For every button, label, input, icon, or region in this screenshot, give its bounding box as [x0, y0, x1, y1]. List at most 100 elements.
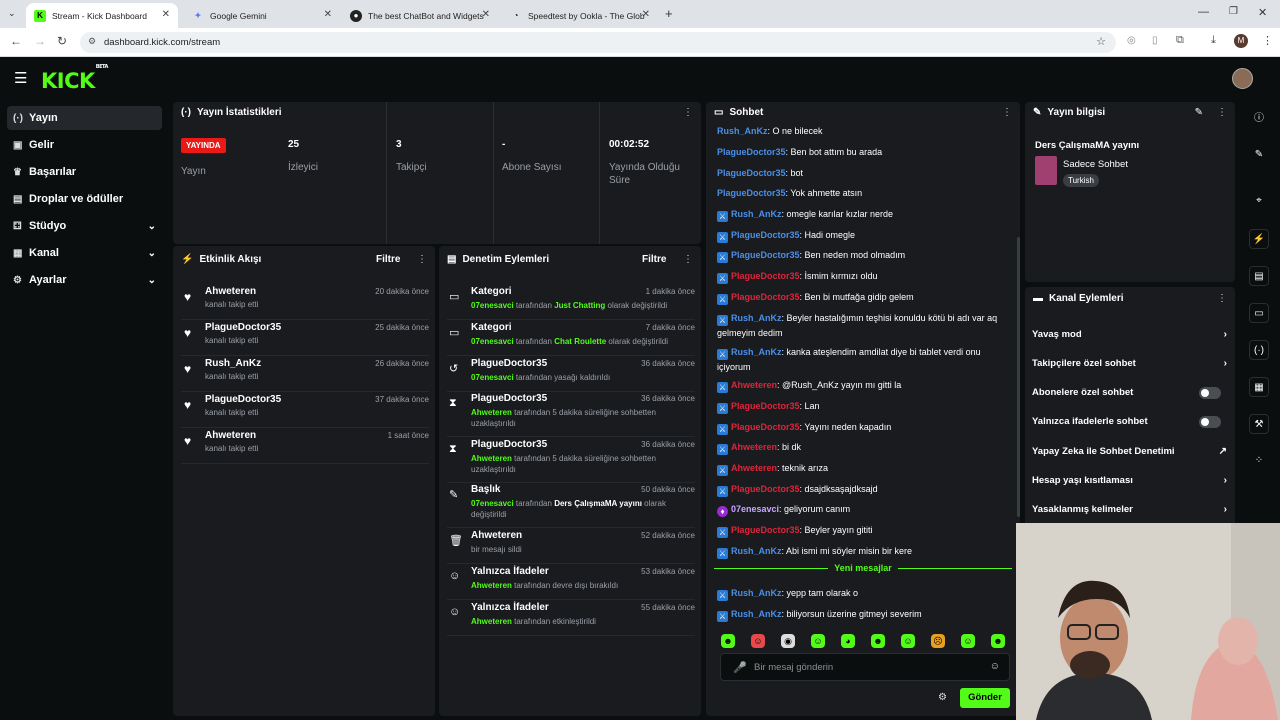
emote-icon[interactable]: ☺	[811, 634, 825, 648]
wrench-icon[interactable]: ⚒	[1249, 414, 1269, 434]
notes-icon[interactable]: ▤	[1249, 266, 1269, 286]
kick-logo[interactable]: KICKBETA	[41, 64, 108, 93]
new-tab-icon[interactable]: +	[665, 6, 673, 21]
browser-menu-icon[interactable]: ⋮	[1262, 34, 1273, 47]
activity-username[interactable]: PlagueDoctor35	[205, 394, 281, 405]
chat-username[interactable]: PlagueDoctor35	[731, 271, 800, 281]
send-button[interactable]: Gönder	[960, 688, 1010, 708]
sidebar-item-droplar[interactable]: ▤ Droplar ve ödüller	[7, 187, 162, 211]
site-info-icon[interactable]: ⚙	[88, 36, 96, 47]
reload-icon[interactable]: ↻	[57, 34, 67, 48]
browser-tab[interactable]: K Stream - Kick Dashboard ✕	[26, 3, 178, 28]
chat-username[interactable]: PlagueDoctor35	[717, 147, 786, 157]
chat-username[interactable]: PlagueDoctor35	[731, 230, 800, 240]
activity-username[interactable]: PlagueDoctor35	[205, 322, 281, 333]
chat-username[interactable]: PlagueDoctor35	[731, 422, 800, 432]
chat-settings-gear-icon[interactable]: ⚙	[938, 692, 947, 703]
sidebar-item-kanal[interactable]: ▦ Kanal ⌄	[7, 241, 162, 265]
moderator-name[interactable]: Ahweteren	[471, 581, 512, 590]
extension-icon[interactable]: ▯	[1152, 35, 1158, 46]
moderator-name[interactable]: 07enesavci	[471, 301, 514, 310]
chat-username[interactable]: PlagueDoctor35	[731, 525, 800, 535]
activity-username[interactable]: Rush_AnKz	[205, 358, 261, 369]
back-icon[interactable]: ←	[10, 34, 22, 48]
info-icon[interactable]: ⓘ	[1249, 109, 1269, 129]
activity-username[interactable]: Ahweteren	[205, 286, 256, 297]
filter-button[interactable]: Filtre	[642, 254, 666, 265]
apps-icon[interactable]: ⁘	[1249, 451, 1269, 471]
extension-icon[interactable]: ◎	[1127, 35, 1136, 46]
close-tab-icon[interactable]: ✕	[324, 9, 332, 20]
restore-icon[interactable]: ❐	[1229, 6, 1238, 17]
sidebar-item-ayarlar[interactable]: ⚙ Ayarlar ⌄	[7, 268, 162, 292]
more-options-icon[interactable]: ⋮	[1002, 107, 1012, 118]
download-icon[interactable]: ⤓	[1211, 34, 1216, 47]
browser-tab[interactable]: ✦ Google Gemini ✕	[184, 3, 340, 28]
profile-avatar[interactable]: M	[1234, 34, 1248, 48]
browser-tab[interactable]: ● The best ChatBot and Widgets ✕	[342, 3, 498, 28]
chat-username[interactable]: Ahweteren	[731, 380, 777, 390]
tab-search-icon[interactable]: ⌄	[8, 8, 16, 19]
chat-username[interactable]: Rush_AnKz	[731, 546, 782, 556]
moderator-name[interactable]: Ahweteren	[471, 617, 512, 626]
chat-username[interactable]: Rush_AnKz	[731, 609, 782, 619]
more-options-icon[interactable]: ⋮	[1217, 293, 1227, 304]
hamburger-menu-icon[interactable]: ☰	[14, 69, 27, 87]
chat-username[interactable]: Rush_AnKz	[731, 313, 782, 323]
emoji-icon[interactable]: ☺	[990, 661, 1000, 672]
sidebar-item-yayin[interactable]: (·) Yayın	[7, 106, 162, 130]
emote-icon[interactable]: ☺	[751, 634, 765, 648]
more-options-icon[interactable]: ⋮	[417, 254, 427, 265]
channel-action-item[interactable]: Abonelere özel sohbet	[1032, 382, 1227, 404]
lightning-icon[interactable]: ⚡	[1249, 229, 1269, 249]
moderator-name[interactable]: 07enesavci	[471, 499, 514, 508]
bookmark-star-icon[interactable]: ☆	[1096, 35, 1106, 48]
sidebar-item-basarilar[interactable]: ♛ Başarılar	[7, 160, 162, 184]
browser-tab[interactable]: ◔ Speedtest by Ookla - The Glob ✕	[502, 3, 658, 28]
close-window-icon[interactable]: ✕	[1258, 6, 1267, 19]
chat-username[interactable]: 07enesavci	[731, 504, 779, 514]
edit-icon[interactable]: ✎	[1195, 107, 1203, 118]
chat-username[interactable]: PlagueDoctor35	[731, 401, 800, 411]
chat-username[interactable]: Rush_AnKz	[717, 126, 768, 136]
filter-button[interactable]: Filtre	[376, 254, 400, 265]
chat-input[interactable]: 🎤 Bir mesaj gönderin ☺	[720, 653, 1010, 681]
more-options-icon[interactable]: ⋮	[1217, 107, 1227, 118]
activity-username[interactable]: Ahweteren	[205, 430, 256, 441]
moderator-name[interactable]: Ahweteren	[471, 408, 512, 417]
chat-username[interactable]: PlagueDoctor35	[731, 292, 800, 302]
focus-icon[interactable]: ⌖	[1249, 191, 1269, 211]
sidebar-item-gelir[interactable]: ▣ Gelir	[7, 133, 162, 157]
user-avatar[interactable]	[1232, 68, 1253, 89]
chat-username[interactable]: Ahweteren	[731, 463, 777, 473]
emote-icon[interactable]: ☻	[721, 634, 735, 648]
chat-username[interactable]: PlagueDoctor35	[731, 484, 800, 494]
sidebar-item-studyo[interactable]: ⚃ Stüdyo ⌄	[7, 214, 162, 238]
channel-action-item[interactable]: Yasaklanmış kelimeler ›	[1032, 499, 1227, 521]
microphone-icon[interactable]: 🎤	[733, 661, 747, 674]
emote-icon[interactable]: ☺	[901, 634, 915, 648]
moderator-name[interactable]: Ahweteren	[471, 454, 512, 463]
more-options-icon[interactable]: ⋮	[683, 254, 693, 265]
minimize-icon[interactable]: —	[1198, 6, 1209, 18]
pen-tool-icon[interactable]: ✎	[1249, 145, 1269, 165]
close-tab-icon[interactable]: ✕	[482, 9, 490, 20]
chat-username[interactable]: Rush_AnKz	[731, 209, 782, 219]
channel-action-item[interactable]: Yapay Zeka ile Sohbet Denetimi ↗	[1032, 440, 1227, 462]
chat-username[interactable]: PlagueDoctor35	[717, 168, 786, 178]
chat-username[interactable]: Ahweteren	[731, 442, 777, 452]
broadcast-icon[interactable]: (·)	[1249, 340, 1269, 360]
chat-username[interactable]: PlagueDoctor35	[717, 188, 786, 198]
emote-icon[interactable]: ◉	[781, 634, 795, 648]
layout-icon[interactable]: ▦	[1249, 377, 1269, 397]
url-field[interactable]: ⚙ dashboard.kick.com/stream ☆	[80, 32, 1116, 53]
emote-icon[interactable]: ☻	[991, 634, 1005, 648]
channel-action-item[interactable]: Yalnızca ifadelerle sohbet	[1032, 411, 1227, 433]
channel-action-item[interactable]: Takipçilere özel sohbet ›	[1032, 352, 1227, 374]
chat-username[interactable]: Rush_AnKz	[731, 588, 782, 598]
channel-action-item[interactable]: Yavaş mod ›	[1032, 323, 1227, 345]
extensions-puzzle-icon[interactable]: ⧉	[1176, 34, 1184, 47]
forward-icon[interactable]: →	[34, 34, 46, 48]
chat-bubble-icon[interactable]: ▭	[1249, 303, 1269, 323]
chat-scrollbar[interactable]	[1017, 237, 1020, 517]
